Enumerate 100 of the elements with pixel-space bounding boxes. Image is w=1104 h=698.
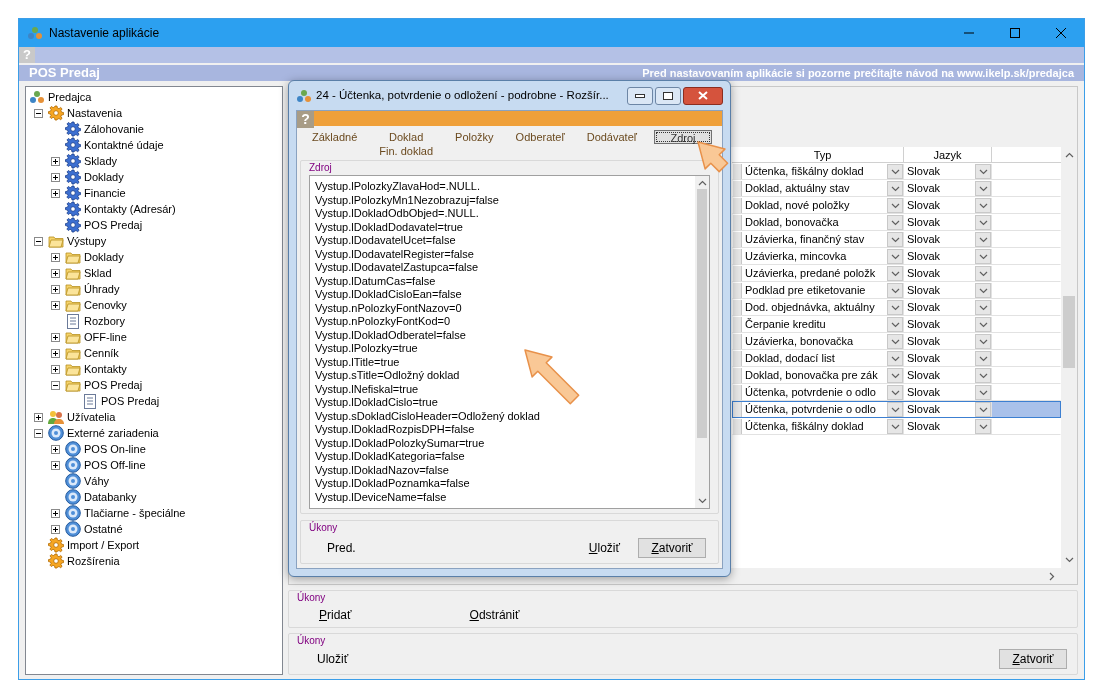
action-button[interactable]: Uložiť [313, 649, 353, 669]
action-button[interactable]: Zatvoriť [638, 538, 706, 558]
dropdown-button[interactable] [887, 351, 903, 366]
tree-item[interactable]: Cenník [84, 346, 119, 360]
dropdown-button[interactable] [887, 419, 903, 434]
table-row[interactable]: Dod. objednávka, aktuálny Slovak [732, 299, 1061, 316]
tree-item[interactable]: Výstupy [67, 234, 107, 248]
dropdown-button[interactable] [975, 181, 991, 196]
action-button[interactable]: Pridať [315, 605, 356, 625]
maximize-button[interactable] [655, 86, 681, 105]
table-row[interactable]: Čerpanie kreditu Slovak [732, 316, 1061, 333]
tree-item[interactable]: Externé zariadenia [67, 426, 159, 440]
table-row[interactable]: Účtenka, fiškálny doklad Slovak [732, 418, 1061, 435]
close-icon[interactable] [1056, 28, 1066, 38]
tree-item[interactable]: Úhrady [84, 282, 120, 296]
tab[interactable]: Odberateľ [510, 130, 570, 144]
table-row[interactable]: Uzávierka, finančný stav Slovak [732, 231, 1061, 248]
action-button[interactable]: Pred. [323, 538, 360, 558]
tree-item[interactable]: POS Predaj [84, 378, 143, 392]
tab[interactable]: Dodávateľ [581, 130, 642, 144]
tree-item[interactable]: Kontakty [84, 362, 127, 376]
tree-item[interactable]: Tlačiarne - špeciálne [84, 506, 186, 520]
collapse-icon[interactable] [34, 236, 43, 246]
dropdown-button[interactable] [975, 351, 991, 366]
dropdown-button[interactable] [887, 334, 903, 349]
expand-icon[interactable] [51, 332, 60, 342]
tree-item[interactable]: Nastavenia [67, 106, 123, 120]
tree-item[interactable]: Predajca [48, 90, 92, 104]
dropdown-button[interactable] [887, 283, 903, 298]
dropdown-button[interactable] [975, 402, 991, 417]
dropdown-button[interactable] [887, 164, 903, 179]
table-row[interactable]: Podklad pre etiketovanie Slovak [732, 282, 1061, 299]
dropdown-button[interactable] [975, 215, 991, 230]
table-row[interactable]: Uzávierka, mincovka Slovak [732, 248, 1061, 265]
tree-item[interactable]: Sklady [84, 154, 118, 168]
tree-item[interactable]: POS Predaj [101, 394, 160, 408]
action-button[interactable]: Uložiť [584, 538, 624, 558]
dropdown-button[interactable] [975, 334, 991, 349]
tree-item[interactable]: Financie [84, 186, 126, 200]
tree-item[interactable]: Ostatné [84, 522, 123, 536]
minimize-button[interactable] [627, 86, 653, 105]
expand-icon[interactable] [51, 364, 60, 374]
tree-item[interactable]: POS On-line [84, 442, 146, 456]
expand-icon[interactable] [51, 156, 60, 166]
tree-item[interactable]: Kontaktné údaje [84, 138, 164, 152]
table-row[interactable]: Doklad, bonovačka Slovak [732, 214, 1061, 231]
table-row[interactable]: Doklad, bonovačka pre zák Slovak [732, 367, 1061, 384]
dropdown-button[interactable] [975, 317, 991, 332]
tree-item[interactable]: Sklad [84, 266, 112, 280]
expand-icon[interactable] [51, 268, 60, 278]
tree-item[interactable]: Zálohovanie [84, 122, 144, 136]
dropdown-button[interactable] [887, 215, 903, 230]
expand-icon[interactable] [51, 524, 60, 534]
tab[interactable]: Doklad Fin. doklad [374, 130, 439, 158]
dropdown-button[interactable] [975, 249, 991, 264]
tree-item[interactable]: Import / Export [67, 538, 140, 552]
dropdown-button[interactable] [887, 368, 903, 383]
dropdown-button[interactable] [887, 249, 903, 264]
action-button[interactable]: Zatvoriť [999, 649, 1067, 669]
expand-icon[interactable] [51, 188, 60, 198]
table-row[interactable]: Účtenka, potvrdenie o odlo Slovak [732, 384, 1061, 401]
collapse-icon[interactable] [34, 428, 43, 438]
dropdown-button[interactable] [887, 317, 903, 332]
table-row[interactable]: Doklad, nové položky Slovak [732, 197, 1061, 214]
tree-item[interactable]: POS Predaj [84, 218, 143, 232]
tree-item[interactable]: Kontakty (Adresár) [84, 202, 176, 216]
table-row[interactable]: Účtenka, potvrdenie o odlo Slovak [732, 401, 1061, 418]
scroll-thumb[interactable] [697, 189, 707, 438]
action-button[interactable]: Odstrániť [465, 605, 524, 625]
dropdown-button[interactable] [975, 419, 991, 434]
expand-icon[interactable] [51, 444, 60, 454]
dropdown-button[interactable] [975, 300, 991, 315]
dropdown-button[interactable] [887, 181, 903, 196]
collapse-icon[interactable] [51, 380, 60, 390]
maximize-icon[interactable] [1010, 28, 1020, 38]
dropdown-button[interactable] [887, 266, 903, 281]
tree-item[interactable]: Databanky [84, 490, 137, 504]
expand-icon[interactable] [51, 460, 60, 470]
dropdown-button[interactable] [975, 198, 991, 213]
tree-item[interactable]: Užívatelia [67, 410, 116, 424]
column-header[interactable]: Jazyk [904, 147, 992, 162]
close-button[interactable] [683, 86, 723, 105]
tree-item[interactable]: Rozbory [84, 314, 125, 328]
table-row[interactable]: Doklad, aktuálny stav Slovak [732, 180, 1061, 197]
column-header[interactable]: Typ [742, 147, 904, 162]
expand-icon[interactable] [34, 412, 43, 422]
tree-item[interactable]: Váhy [84, 474, 110, 488]
expand-icon[interactable] [51, 284, 60, 294]
dropdown-button[interactable] [975, 232, 991, 247]
tab[interactable]: Položky [450, 130, 499, 144]
dropdown-button[interactable] [887, 198, 903, 213]
tab[interactable]: Základné [307, 130, 363, 144]
dropdown-button[interactable] [887, 232, 903, 247]
tree-item[interactable]: OFF-line [84, 330, 127, 344]
tree-item[interactable]: Doklady [84, 250, 124, 264]
expand-icon[interactable] [51, 300, 60, 310]
expand-icon[interactable] [51, 172, 60, 182]
expand-icon[interactable] [51, 508, 60, 518]
tree-item[interactable]: Cenovky [84, 298, 127, 312]
dropdown-button[interactable] [975, 266, 991, 281]
